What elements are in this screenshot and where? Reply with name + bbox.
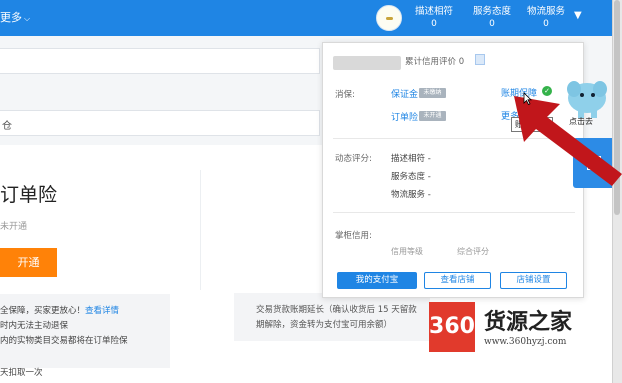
watermark-title: 货源之家: [484, 309, 573, 335]
stat-value: 0: [543, 19, 549, 29]
stat-description-match[interactable]: 描述相符 0: [408, 6, 460, 30]
stat-value: 0: [431, 19, 437, 29]
my-alipay-button[interactable]: 我的支付宝: [337, 272, 417, 289]
note-line: 全保障，买家更放心！查看详情: [0, 306, 120, 316]
shop-name-blurred: [333, 56, 401, 70]
dropdown-toggle-icon[interactable]: ▼: [574, 10, 582, 21]
metric-logistics-service: 物流服务 -: [391, 190, 431, 200]
seller-credit-label: 掌柜信用:: [335, 231, 372, 241]
watermark-logo: 360: [429, 302, 475, 352]
mouse-cursor-icon: [523, 92, 532, 105]
open-service-button[interactable]: 开通: [0, 248, 57, 277]
search-input[interactable]: [0, 48, 320, 74]
dynamic-score-label: 动态评分:: [335, 154, 372, 164]
stat-value: 0: [489, 19, 495, 29]
annotation-arrow-icon: [514, 96, 622, 186]
watermark-url: www.360hyzj.com: [484, 337, 567, 347]
deposit-status-badge: 未缴纳: [419, 88, 446, 98]
more-menu[interactable]: 更多 ⌵: [0, 9, 30, 25]
stat-logistics-service[interactable]: 物流服务 0: [520, 6, 572, 30]
stat-label: 物流服务: [526, 6, 565, 17]
service-description: 全保障，买家更放心！查看详情 时内无法主动退保 内的实物类目交易都将在订单险保: [0, 294, 170, 368]
page: 更多 ⌵ 描述相符 0 服务态度 0 物流服务 0 ▼ 仓 订单险 未开通 开通 …: [0, 0, 622, 383]
column-divider: [200, 170, 201, 290]
view-shop-button[interactable]: 查看店铺: [424, 272, 491, 289]
avatar[interactable]: [376, 5, 402, 31]
product-status: 未开通: [0, 222, 28, 232]
metric-service-attitude: 服务态度 -: [391, 172, 431, 182]
stat-label: 服务态度: [472, 6, 511, 17]
order-insurance-link[interactable]: 订单险: [391, 110, 418, 123]
credit-level-label: 信用等级: [391, 247, 423, 256]
guarantee-label: 消保:: [335, 90, 355, 100]
deposit-link[interactable]: 保证金: [391, 87, 418, 100]
stat-service-attitude[interactable]: 服务态度 0: [466, 6, 518, 30]
shop-settings-button[interactable]: 店铺设置: [500, 272, 567, 289]
more-menu-label: 更多: [0, 11, 22, 24]
stat-label: 描述相符: [414, 6, 453, 17]
metric-description-match: 描述相符 -: [391, 154, 431, 164]
note-line: 期解除，资金转为支付宝可用余额）: [256, 320, 393, 330]
section-divider: [333, 212, 575, 213]
product-title: 订单险: [0, 184, 58, 206]
deduction-note: 天扣取一次: [0, 368, 43, 378]
rank-icon: [475, 54, 485, 65]
order-insurance-status-badge: 未开通: [419, 111, 446, 121]
overall-score-label: 综合评分: [457, 247, 489, 256]
note-line: 交易货款账期延长（确认收货后 15 天留款: [256, 305, 417, 315]
filter-bar-text: 仓: [2, 121, 12, 132]
top-navigation-bar: 更多 ⌵ 描述相符 0 服务态度 0 物流服务 0 ▼: [0, 0, 612, 36]
filter-bar[interactable]: 仓: [0, 110, 320, 136]
note-line: 内的实物类目交易都将在订单险保: [0, 336, 128, 346]
note-line: 时内无法主动退保: [0, 321, 69, 331]
credit-rating-label: 累计信用评价 0: [405, 57, 465, 67]
account-period-description: 交易货款账期延长（确认收货后 15 天留款 期解除，资金转为支付宝可用余额）: [234, 293, 430, 341]
check-icon: ✓: [542, 86, 552, 96]
view-details-link[interactable]: 查看详情: [85, 306, 119, 316]
chevron-down-icon: ⌵: [24, 14, 31, 23]
